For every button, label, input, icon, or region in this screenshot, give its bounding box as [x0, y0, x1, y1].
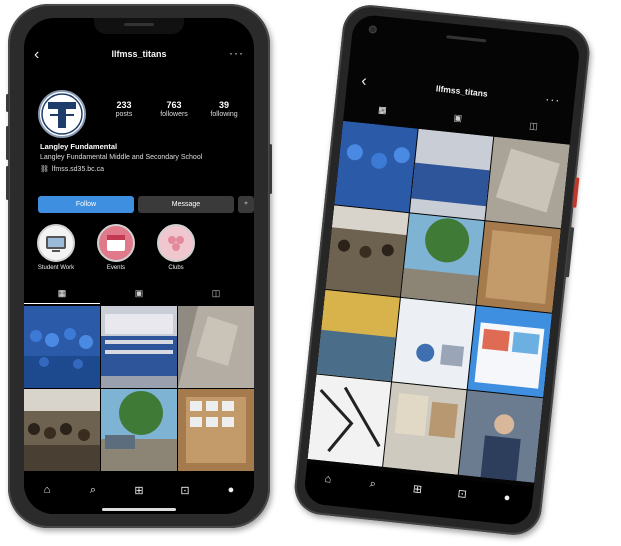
- instagram-grid-screen: ‹ llfmss_titans ··· ▦ ▣ ◫ ⌂ ⌕ ⊞ ⊡ ●: [302, 13, 582, 527]
- suggested-users-button[interactable]: ⁺: [238, 196, 254, 213]
- profile-header: ‹ llfmss_titans ···: [24, 46, 254, 66]
- following-label: following: [210, 111, 238, 118]
- volume-button: [564, 227, 575, 278]
- tagged-tab-icon[interactable]: ◫: [178, 288, 254, 299]
- wall-display-photo: [101, 306, 177, 388]
- post-grid: [24, 306, 254, 474]
- power-button: [269, 144, 272, 194]
- home-icon[interactable]: ⌂: [305, 471, 351, 488]
- post-thumbnail[interactable]: [101, 389, 177, 471]
- front-camera: [368, 25, 378, 34]
- clubs-icon: [168, 236, 184, 251]
- profile-avatar[interactable]: [38, 90, 86, 138]
- highlight-cover: [157, 224, 195, 262]
- following-stat[interactable]: 39 following: [202, 100, 246, 118]
- outdoor-campus-photo: [101, 389, 177, 471]
- highlight-events[interactable]: Events: [94, 224, 138, 271]
- profile-name: Langley Fundamental: [40, 142, 118, 151]
- home-indicator[interactable]: [102, 508, 176, 511]
- sidewalk-art-photo: [178, 306, 254, 388]
- tagged-tab-icon[interactable]: ◫: [495, 117, 572, 136]
- posts-stat[interactable]: 233 posts: [102, 100, 146, 118]
- highlight-student-work[interactable]: Student Work: [34, 224, 78, 271]
- story-highlights: Student Work Events Clubs: [34, 224, 244, 280]
- phone-right: ‹ llfmss_titans ··· ▦ ▣ ◫ ⌂ ⌕ ⊞ ⊡ ●: [291, 2, 593, 538]
- shop-icon[interactable]: ⊡: [439, 485, 485, 503]
- follow-button[interactable]: Follow: [38, 196, 134, 213]
- graduation-photo: [24, 306, 100, 388]
- post-grid-thumbnails[interactable]: [307, 120, 570, 483]
- events-icon: [107, 235, 125, 251]
- post-thumbnail[interactable]: [24, 306, 100, 388]
- content-tabs: ▦ ▣ ◫: [24, 288, 254, 304]
- more-options-icon[interactable]: ···: [229, 46, 244, 60]
- volume-up-button: [6, 126, 9, 160]
- post-thumbnail: [392, 297, 476, 390]
- add-post-icon[interactable]: ⊞: [116, 484, 162, 497]
- speaker: [446, 35, 487, 43]
- profile-bio: Langley Fundamental Langley Fundamental …: [40, 142, 250, 173]
- highlight-clubs[interactable]: Clubs: [154, 224, 198, 271]
- notch: [94, 18, 184, 34]
- reels-tab-icon[interactable]: ▣: [420, 109, 497, 128]
- profile-description: Langley Fundamental Middle and Secondary…: [40, 154, 203, 161]
- followers-stat[interactable]: 763 followers: [152, 100, 196, 118]
- following-count: 39: [218, 100, 229, 110]
- active-tab-indicator: [24, 303, 100, 304]
- profile-icon[interactable]: ●: [484, 490, 530, 507]
- highlight-label: Student Work: [37, 265, 75, 271]
- highlight-cover: [97, 224, 135, 262]
- grid-tab-icon[interactable]: ▦: [24, 288, 100, 299]
- profile-link-text: lfmss.sd35.bc.ca: [51, 166, 105, 173]
- instagram-profile-screen: ‹ llfmss_titans ··· 233 posts 763 follow…: [24, 18, 254, 514]
- volume-down-button: [6, 166, 9, 200]
- phone-left: ‹ llfmss_titans ··· 233 posts 763 follow…: [6, 4, 272, 528]
- posts-label: posts: [115, 111, 133, 118]
- search-icon[interactable]: ⌕: [70, 484, 116, 497]
- post-thumbnail[interactable]: [24, 389, 100, 471]
- profile-actions: Follow Message ⁺: [38, 196, 254, 214]
- more-options-icon[interactable]: ···: [545, 92, 561, 107]
- profile-icon[interactable]: ●: [208, 484, 254, 496]
- highlight-label: Events: [106, 265, 126, 271]
- add-user-icon: ⁺: [243, 200, 249, 209]
- shop-icon[interactable]: ⊡: [162, 484, 208, 497]
- highlight-cover: [37, 224, 75, 262]
- school-logo: [40, 92, 84, 136]
- student-work-icon: [46, 236, 66, 252]
- speaker: [124, 23, 154, 26]
- power-button: [572, 177, 580, 208]
- link-icon: ⛓: [40, 166, 49, 173]
- profile-username: llfmss_titans: [435, 83, 489, 99]
- post-thumbnail[interactable]: [178, 306, 254, 388]
- reels-tab-icon[interactable]: ▣: [101, 288, 177, 299]
- search-icon[interactable]: ⌕: [350, 476, 396, 494]
- phone-right-body: ‹ llfmss_titans ··· ▦ ▣ ◫ ⌂ ⌕ ⊞ ⊡ ●: [291, 2, 593, 538]
- message-button[interactable]: Message: [138, 196, 234, 213]
- post-grid: [307, 120, 570, 483]
- bulletin-board-photo: [178, 389, 254, 471]
- add-post-icon[interactable]: ⊞: [394, 480, 440, 498]
- grid-tab-icon[interactable]: ▦: [344, 101, 421, 120]
- post-thumbnail[interactable]: [178, 389, 254, 471]
- post-thumbnail[interactable]: [101, 306, 177, 388]
- followers-label: followers: [160, 111, 188, 118]
- profile-username: llfmss_titans: [111, 49, 167, 59]
- profile-link[interactable]: ⛓ lfmss.sd35.bc.ca: [40, 165, 250, 173]
- gym-crowd-photo: [24, 389, 100, 471]
- mute-switch: [6, 94, 9, 112]
- profile-stats: 233 posts 763 followers 39 following: [102, 100, 252, 130]
- posts-count: 233: [116, 100, 132, 110]
- highlight-label: Clubs: [168, 265, 184, 271]
- home-icon[interactable]: ⌂: [24, 484, 70, 496]
- followers-count: 763: [166, 100, 182, 110]
